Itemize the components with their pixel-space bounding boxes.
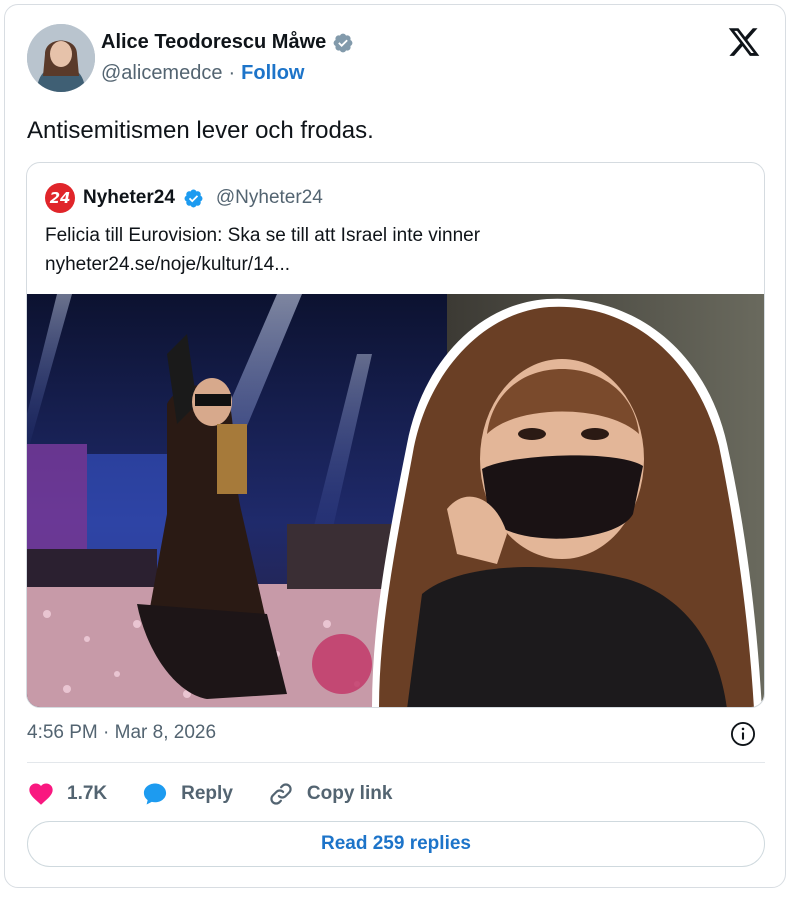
- like-button[interactable]: 1.7K: [27, 780, 107, 808]
- quoted-author-name[interactable]: Nyheter24: [83, 187, 175, 209]
- author-name-row: Alice Teodorescu Måwe: [101, 31, 354, 54]
- reply-label: Reply: [181, 783, 233, 804]
- quoted-tweet-text: Felicia till Eurovision: Ska se till att…: [45, 221, 480, 279]
- quoted-author-avatar[interactable]: 24: [45, 183, 75, 213]
- quoted-tweet-header: 24 Nyheter24 @Nyheter24: [45, 183, 323, 213]
- tweet-card: Alice Teodorescu Måwe @alicemedce · Foll…: [4, 4, 786, 888]
- tweet-text: Antisemitismen lever och frodas.: [27, 117, 374, 144]
- quoted-media-image[interactable]: [27, 294, 764, 707]
- follow-button[interactable]: Follow: [241, 62, 304, 85]
- quoted-link[interactable]: nyheter24.se/noje/kultur/14...: [45, 250, 480, 279]
- reply-bubble-icon: [144, 783, 167, 805]
- media-image: [27, 294, 764, 707]
- separator-dot: ·: [228, 62, 236, 84]
- heart-icon: [29, 783, 53, 805]
- quoted-author-handle[interactable]: @Nyheter24: [216, 187, 323, 209]
- link-icon: [270, 783, 292, 805]
- quoted-headline: Felicia till Eurovision: Ska se till att…: [45, 225, 481, 246]
- x-logo-icon[interactable]: [727, 25, 761, 59]
- copy-link-button[interactable]: Copy link: [267, 780, 393, 808]
- divider: [27, 762, 765, 763]
- verified-badge-icon: [184, 189, 203, 207]
- author-handle[interactable]: @alicemedce: [101, 62, 222, 85]
- action-bar: 1.7K Reply Copy link: [27, 777, 426, 811]
- avatar[interactable]: [27, 24, 95, 92]
- verified-badge-icon: [333, 33, 353, 52]
- read-replies-button[interactable]: Read 259 replies: [27, 821, 765, 867]
- reply-button[interactable]: Reply: [141, 780, 233, 808]
- copy-link-label: Copy link: [306, 783, 393, 804]
- quoted-tweet[interactable]: 24 Nyheter24 @Nyheter24 Felicia till Eur…: [26, 162, 765, 708]
- author-handle-row: @alicemedce · Follow: [101, 62, 304, 85]
- author-display-name[interactable]: Alice Teodorescu Måwe: [101, 31, 326, 54]
- like-count: 1.7K: [67, 783, 108, 804]
- info-icon[interactable]: [729, 720, 757, 748]
- tweet-timestamp[interactable]: 4:56 PM · Mar 8, 2026: [27, 722, 216, 744]
- avatar-image: [27, 24, 95, 92]
